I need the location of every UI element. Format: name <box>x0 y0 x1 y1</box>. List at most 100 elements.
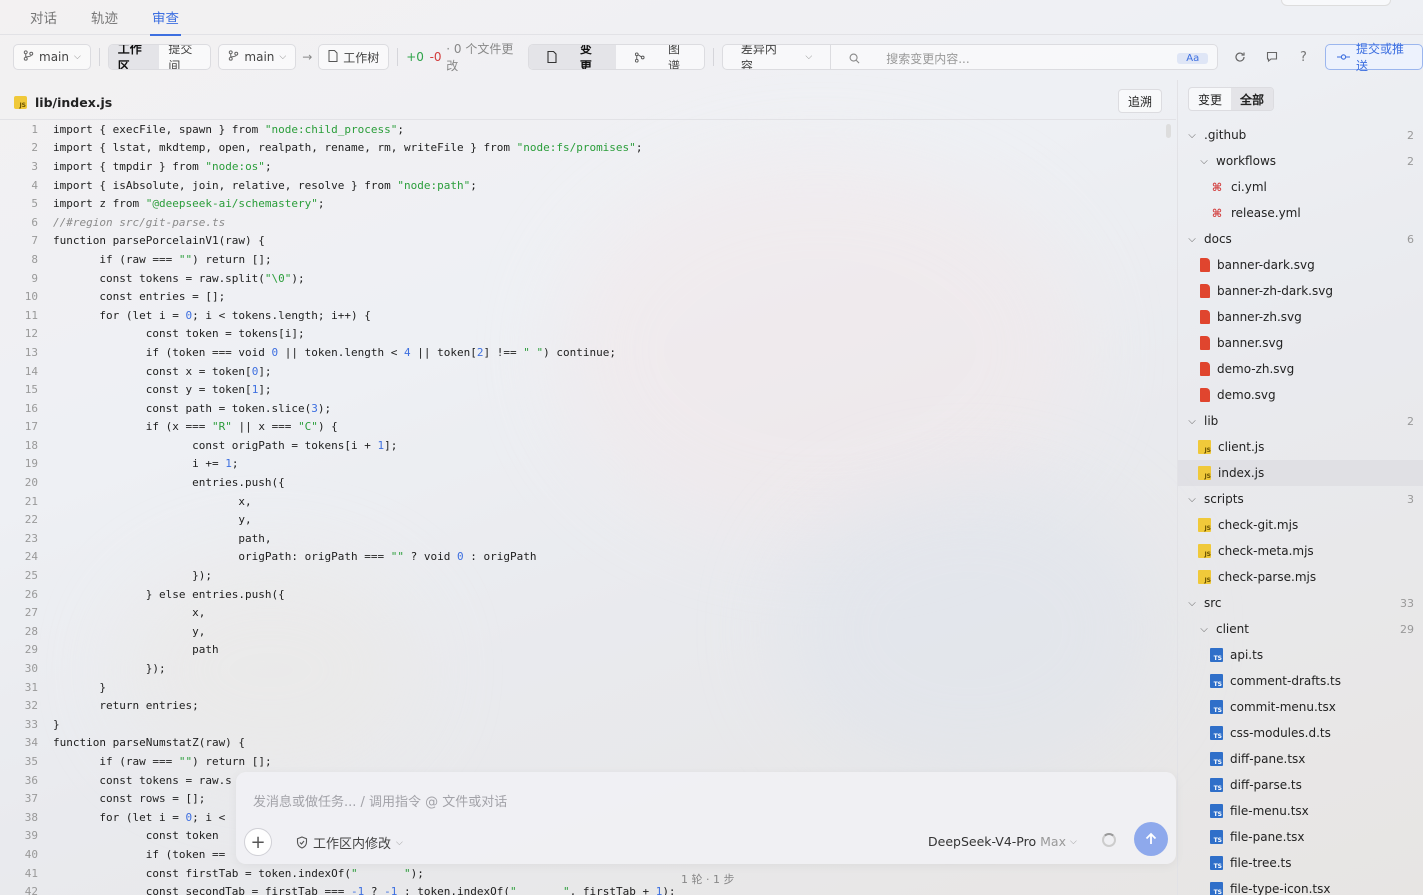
tree-item-count: 6 <box>1407 232 1414 246</box>
line-text: if (raw === "") return []; <box>53 754 272 768</box>
code-line: 5 import z from "@deepseek-ai/schemastery… <box>0 194 1176 213</box>
window-control-pill[interactable] <box>1281 0 1391 6</box>
line-text: } <box>53 717 60 731</box>
tree-file[interactable]: TS css-modules.d.ts <box>1178 720 1423 746</box>
ts-file-icon: TS <box>1210 778 1223 792</box>
tree-filter-all[interactable]: 全部 <box>1231 88 1274 110</box>
diff-content-select[interactable]: 差异内容 ⌵ <box>723 45 830 69</box>
tree-file[interactable]: JS check-meta.mjs <box>1178 538 1423 564</box>
tree-item-label: commit-menu.tsx <box>1230 700 1336 714</box>
tree-file[interactable]: banner-dark.svg <box>1178 252 1423 278</box>
tree-file[interactable]: JS index.js <box>1178 460 1423 486</box>
ts-file-icon: TS <box>1210 804 1223 818</box>
changes-label: 变更 <box>579 44 592 70</box>
tree-file[interactable]: demo.svg <box>1178 382 1423 408</box>
model-select[interactable]: DeepSeek-V4-Pro Max ⌵ <box>928 834 1077 849</box>
seg-graph[interactable]: 图谱 <box>616 45 704 69</box>
scrollbar-thumb[interactable] <box>1166 124 1171 138</box>
plus-icon[interactable]: + <box>244 828 272 856</box>
line-number: 27 <box>24 606 38 620</box>
tab-trace[interactable]: 轨迹 <box>91 0 118 35</box>
tree-folder[interactable]: ⌵ docs 6 <box>1178 226 1423 252</box>
commit-push-button[interactable]: 提交或推送 <box>1325 42 1423 73</box>
tree-folder[interactable]: ⌵ .github 2 <box>1178 122 1423 148</box>
branch-name: main <box>244 50 275 64</box>
code-line: 31 } <box>0 678 1176 697</box>
tree-item-label: banner-dark.svg <box>1217 258 1315 272</box>
ts-file-icon: TS <box>1210 830 1223 844</box>
ts-file-icon: TS <box>1210 726 1223 740</box>
search-input[interactable]: 搜索变更内容... Aa <box>830 45 1217 69</box>
tree-file[interactable]: TS diff-pane.tsx <box>1178 746 1423 772</box>
line-number: 31 <box>24 680 38 694</box>
code-line: 1 import { execFile, spawn } from "node:c… <box>0 120 1176 139</box>
tree-file[interactable]: TS diff-parse.ts <box>1178 772 1423 798</box>
tree-file[interactable]: banner-zh.svg <box>1178 304 1423 330</box>
tree-file[interactable]: demo-zh.svg <box>1178 356 1423 382</box>
question-icon[interactable]: ? <box>1288 44 1320 70</box>
seg-workspace[interactable]: 工作区 <box>108 45 160 69</box>
tree-file[interactable]: banner.svg <box>1178 330 1423 356</box>
file-tree: ⌵ .github 2 ⌵ workflows 2 ⌘ ci.yml ⌘ release.yml ⌵… <box>1178 122 1423 895</box>
message-input[interactable]: 发消息或做任务... / 调用指令 @ 文件或对话 <box>253 791 507 810</box>
tree-file[interactable]: TS file-menu.tsx <box>1178 798 1423 824</box>
seg-between-commits[interactable]: 提交间 <box>159 45 210 69</box>
chevron-down-icon: ⌵ <box>1188 597 1196 609</box>
arrow-up-icon[interactable] <box>1134 822 1168 856</box>
worktree-button[interactable]: 工作树 <box>318 44 390 70</box>
tree-folder[interactable]: ⌵ lib 2 <box>1178 408 1423 434</box>
branch-select-left[interactable]: main ⌵ <box>13 44 91 70</box>
tree-item-label: css-modules.d.ts <box>1230 726 1331 740</box>
line-text: import { tmpdir } from "node:os"; <box>53 159 272 173</box>
tree-file[interactable]: banner-zh-dark.svg <box>1178 278 1423 304</box>
tree-file[interactable]: JS check-parse.mjs <box>1178 564 1423 590</box>
js-file-icon: JS <box>14 95 27 109</box>
lines-removed: -0 <box>429 50 442 64</box>
tree-file[interactable]: TS api.ts <box>1178 642 1423 668</box>
tab-review[interactable]: 审查 <box>150 0 181 36</box>
tree-file[interactable]: TS commit-menu.tsx <box>1178 694 1423 720</box>
chevron-down-icon: ⌵ <box>1188 233 1196 245</box>
edit-mode-select[interactable]: 工作区内修改 ⌵ <box>296 833 403 852</box>
tree-file[interactable]: ⌘ ci.yml <box>1178 174 1423 200</box>
review-toolbar: main ⌵ 工作区 提交间 main ⌵ → 工作树 +0 -0 · 0 个文… <box>0 36 1423 78</box>
model-tier: Max <box>1040 834 1066 849</box>
line-number: 29 <box>24 643 38 657</box>
tree-folder[interactable]: ⌵ src 33 <box>1178 590 1423 616</box>
line-number: 40 <box>24 847 38 861</box>
tree-file[interactable]: ⌘ release.yml <box>1178 200 1423 226</box>
tree-file[interactable]: TS file-type-icon.tsx <box>1178 876 1423 895</box>
code-line: 18 const origPath = tokens[i + 1]; <box>0 436 1176 455</box>
branch-select-right[interactable]: main ⌵ <box>218 44 297 70</box>
view-mode-toggle: 变更 图谱 <box>527 44 705 70</box>
svg-file-icon <box>1200 336 1210 350</box>
tree-filter-changes[interactable]: 变更 <box>1189 88 1231 110</box>
tree-file[interactable]: TS comment-drafts.ts <box>1178 668 1423 694</box>
line-text: function parseNumstatZ(raw) { <box>53 736 246 750</box>
tree-file[interactable]: JS check-git.mjs <box>1178 512 1423 538</box>
seg-changes[interactable]: 变更 <box>528 44 616 70</box>
tree-folder[interactable]: ⌵ client 29 <box>1178 616 1423 642</box>
code-line: 27 x, <box>0 603 1176 622</box>
tree-folder[interactable]: ⌵ scripts 3 <box>1178 486 1423 512</box>
code-line: 3 import { tmpdir } from "node:os"; <box>0 157 1176 176</box>
tree-folder[interactable]: ⌵ workflows 2 <box>1178 148 1423 174</box>
blame-button[interactable]: 追溯 <box>1117 89 1162 113</box>
tab-chat[interactable]: 对话 <box>30 0 57 35</box>
line-text: if (raw === "") return []; <box>53 252 272 266</box>
tree-item-label: docs <box>1204 232 1232 246</box>
code-line: 24 origPath: origPath === "" ? void 0 : … <box>0 548 1176 567</box>
tree-item-label: diff-parse.ts <box>1230 778 1302 792</box>
line-text: y, <box>53 624 206 638</box>
commit-push-label: 提交或推送 <box>1356 42 1405 73</box>
refresh-icon[interactable] <box>1224 44 1256 70</box>
line-number: 34 <box>24 736 38 750</box>
tree-file[interactable]: TS file-pane.tsx <box>1178 824 1423 850</box>
comment-icon[interactable] <box>1256 44 1288 70</box>
tree-file[interactable]: JS client.js <box>1178 434 1423 460</box>
match-case-toggle[interactable]: Aa <box>1177 52 1209 64</box>
code-line: 12 const token = tokens[i]; <box>0 325 1176 344</box>
line-number: 35 <box>24 754 38 768</box>
tree-file[interactable]: TS file-tree.ts <box>1178 850 1423 876</box>
tree-item-label: index.js <box>1218 466 1265 480</box>
